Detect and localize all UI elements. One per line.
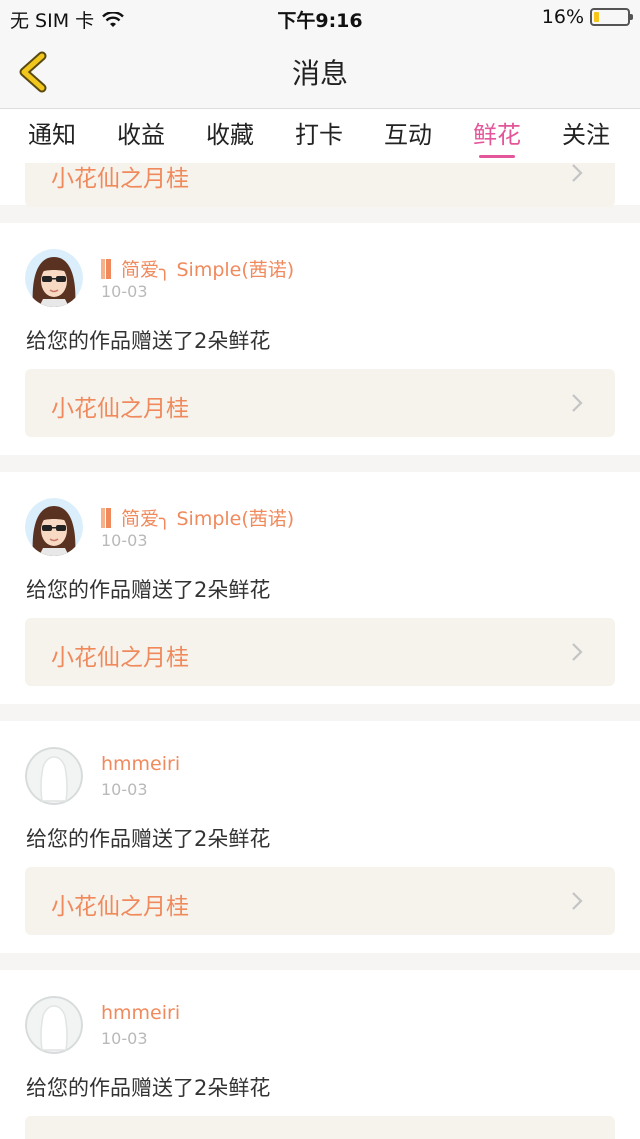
tab-bar: 通知 收益 收藏 打卡 互动 鲜花 关注: [0, 109, 640, 163]
tab-checkin[interactable]: 打卡: [279, 115, 359, 150]
username[interactable]: 简爱╮ Simple(茜诺): [101, 255, 294, 282]
username[interactable]: hmmeiri: [101, 1002, 180, 1024]
tab-flowers-label: 鲜花: [473, 121, 521, 149]
vip-badge-icon: [101, 508, 111, 528]
timestamp: 10-03: [101, 780, 148, 799]
tab-notifications[interactable]: 通知: [12, 115, 92, 150]
message-text: 给您的作品赠送了2朵鲜花: [26, 578, 271, 602]
username-text: 简爱╮ Simple(茜诺): [121, 259, 295, 281]
list-item: hmmeiri 10-03 给您的作品赠送了2朵鲜花 小花仙之月桂: [0, 721, 640, 953]
tab-earnings[interactable]: 收益: [101, 115, 181, 150]
work-link[interactable]: 小花仙之月桂: [25, 618, 615, 686]
work-link[interactable]: 小花仙之月桂: [25, 867, 615, 935]
work-title: 小花仙之月桂: [51, 894, 189, 920]
avatar[interactable]: [25, 747, 83, 805]
tab-follows[interactable]: 关注: [546, 115, 626, 150]
chevron-right-icon: [572, 892, 583, 910]
list-item: 简爱╮ Simple(茜诺) 10-03 给您的作品赠送了2朵鲜花 小花仙之月桂: [0, 472, 640, 704]
timestamp: 10-03: [101, 1029, 148, 1048]
list-item: hmmeiri 10-03 给您的作品赠送了2朵鲜花: [0, 970, 640, 1139]
timestamp: 10-03: [101, 282, 148, 301]
status-bar: 无 SIM 卡 下午9:16 16%: [0, 0, 640, 34]
work-title: 小花仙之月桂: [51, 166, 189, 192]
tab-interactions[interactable]: 互动: [368, 115, 448, 150]
message-text: 给您的作品赠送了2朵鲜花: [26, 329, 271, 353]
work-title: 小花仙之月桂: [51, 645, 189, 671]
work-link[interactable]: 小花仙之月桂: [25, 369, 615, 437]
girl-avatar-icon: [25, 498, 83, 556]
default-avatar-icon: [25, 747, 83, 805]
work-link[interactable]: 小花仙之月桂: [25, 163, 615, 207]
tab-favorites[interactable]: 收藏: [190, 115, 270, 150]
active-tab-indicator: [479, 155, 515, 158]
battery-percent: 16%: [541, 6, 584, 28]
status-right: 16%: [541, 6, 633, 28]
timestamp: 10-03: [101, 531, 148, 550]
message-text: 给您的作品赠送了2朵鲜花: [26, 827, 271, 851]
nav-bar: 消息: [0, 34, 640, 109]
message-text: 给您的作品赠送了2朵鲜花: [26, 1076, 271, 1100]
username[interactable]: hmmeiri: [101, 753, 180, 775]
page-title: 消息: [291, 57, 348, 90]
avatar[interactable]: [25, 498, 83, 556]
avatar[interactable]: [25, 996, 83, 1054]
tab-flowers[interactable]: 鲜花: [457, 115, 537, 158]
message-feed[interactable]: 小花仙之月桂 简爱╮ Simple(茜诺) 10-03 给您的作品赠送了2朵鲜花…: [0, 163, 640, 1139]
list-item: 简爱╮ Simple(茜诺) 10-03 给您的作品赠送了2朵鲜花 小花仙之月桂: [0, 223, 640, 455]
vip-badge-icon: [101, 259, 111, 279]
list-item: 小花仙之月桂: [0, 163, 640, 207]
chevron-right-icon: [572, 164, 583, 182]
username-text: 简爱╮ Simple(茜诺): [121, 508, 295, 530]
battery-icon: [590, 8, 633, 26]
default-avatar-icon: [25, 996, 83, 1054]
work-link[interactable]: [25, 1116, 615, 1139]
avatar[interactable]: [25, 249, 83, 307]
girl-avatar-icon: [25, 249, 83, 307]
chevron-right-icon: [572, 394, 583, 412]
chevron-right-icon: [572, 643, 583, 661]
username[interactable]: 简爱╮ Simple(茜诺): [101, 504, 294, 531]
work-title: 小花仙之月桂: [51, 396, 189, 422]
